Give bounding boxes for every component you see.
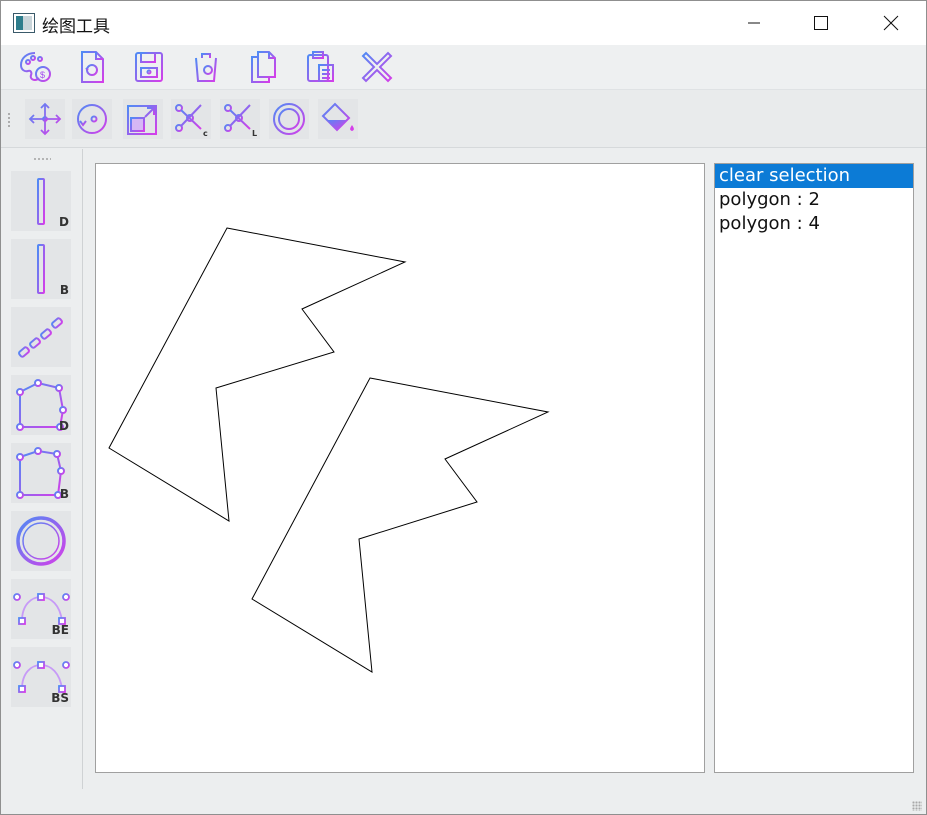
palette-icon: $	[19, 52, 51, 82]
chain-tool-button[interactable]	[11, 307, 71, 367]
shape-list[interactable]: clear selection polygon : 2 polygon : 4	[714, 163, 914, 773]
line-b-tool-button[interactable]: B	[11, 239, 71, 299]
size-grip[interactable]	[912, 801, 922, 811]
close-icon	[883, 15, 899, 31]
cut-c-tool-button[interactable]: c	[171, 99, 211, 139]
tools-toolbar: c L	[1, 90, 926, 148]
copy-icon	[251, 51, 276, 83]
delete-icon	[193, 53, 219, 82]
copy-button[interactable]	[243, 47, 283, 87]
delete-button[interactable]	[186, 47, 226, 87]
polygon-b-tool-button[interactable]: B	[11, 443, 71, 503]
file-toolbar: $	[1, 45, 926, 90]
cut-c-icon: c	[175, 104, 208, 138]
shape-toolbar: D B D B BE BS	[1, 149, 83, 789]
list-item[interactable]: polygon : 2	[715, 188, 913, 212]
drawing-canvas[interactable]	[95, 163, 705, 773]
cut-l-icon: L	[224, 104, 257, 138]
line-b-label: B	[59, 283, 69, 297]
new-file-button[interactable]	[72, 47, 112, 87]
polygon-d-label: D	[59, 419, 69, 433]
scale-tool-button[interactable]	[123, 99, 163, 139]
svg-text:$: $	[40, 70, 45, 80]
new-file-icon	[81, 51, 104, 83]
app-icon	[13, 13, 35, 33]
canvas-drawing	[108, 227, 550, 673]
paste-icon	[307, 51, 334, 82]
svg-text:c: c	[203, 129, 208, 138]
move-icon	[28, 102, 62, 136]
fill-tool-button[interactable]	[318, 99, 358, 139]
circle-target-tool-button[interactable]	[269, 99, 309, 139]
app-window: 绘图工具 $ c L D B D B BE BS clear selection…	[0, 0, 927, 815]
save-icon	[135, 52, 163, 82]
toolbar-grip[interactable]	[7, 112, 11, 128]
polygon-shape[interactable]	[251, 377, 550, 673]
title-bar: 绘图工具	[1, 1, 926, 45]
circle-icon	[16, 516, 66, 566]
save-button[interactable]	[129, 47, 169, 87]
minimize-icon	[748, 22, 760, 24]
scale-icon	[127, 105, 157, 135]
fill-bucket-icon	[321, 102, 354, 132]
move-tool-button[interactable]	[25, 99, 65, 139]
toolbar-grip[interactable]	[33, 157, 51, 161]
circle-target-icon	[273, 103, 305, 135]
polygon-shape[interactable]	[108, 227, 407, 522]
paste-button[interactable]	[300, 47, 340, 87]
line-d-label: D	[59, 215, 69, 229]
close-button[interactable]	[868, 1, 914, 45]
line-d-tool-button[interactable]: D	[11, 171, 71, 231]
cut-l-tool-button[interactable]: L	[220, 99, 260, 139]
minimize-button[interactable]	[731, 1, 777, 45]
clear-button[interactable]	[357, 47, 397, 87]
polygon-d-tool-button[interactable]: D	[11, 375, 71, 435]
maximize-button[interactable]	[798, 1, 844, 45]
rotate-tool-button[interactable]	[72, 99, 112, 139]
curve-be-label: BE	[51, 623, 69, 637]
window-title: 绘图工具	[42, 17, 110, 37]
list-item[interactable]: clear selection	[715, 164, 913, 188]
curve-bs-label: BS	[51, 691, 69, 705]
rotate-icon	[77, 104, 107, 134]
palette-button[interactable]: $	[15, 47, 55, 87]
chain-icon	[18, 317, 63, 358]
curve-be-tool-button[interactable]: BE	[11, 579, 71, 639]
circle-tool-button[interactable]	[11, 511, 71, 571]
maximize-icon	[814, 16, 828, 30]
close-x-icon	[361, 51, 393, 83]
polygon-b-label: B	[59, 487, 69, 501]
status-bar	[1, 789, 926, 814]
curve-bs-tool-button[interactable]: BS	[11, 647, 71, 707]
list-item[interactable]: polygon : 4	[715, 212, 913, 236]
svg-text:L: L	[252, 129, 257, 138]
